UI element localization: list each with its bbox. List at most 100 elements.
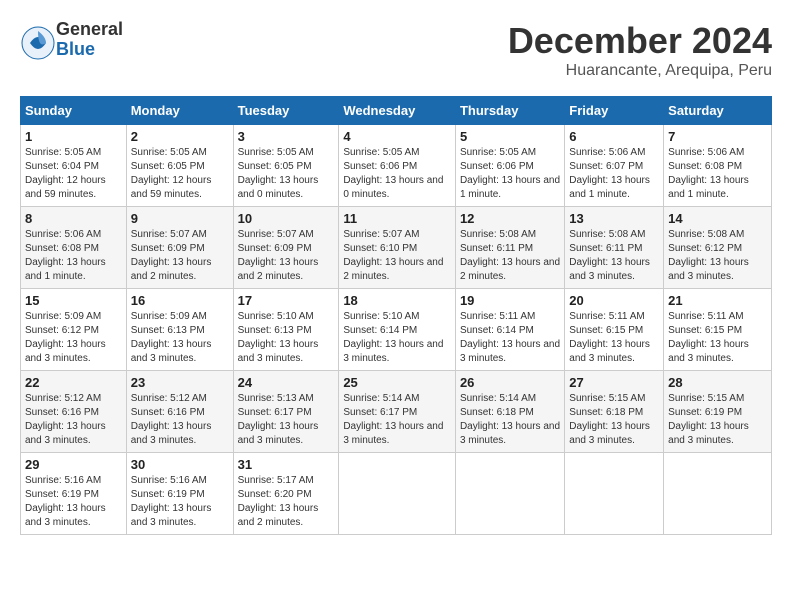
day-number: 2	[131, 129, 229, 144]
calendar-cell: 16 Sunrise: 5:09 AM Sunset: 6:13 PM Dayl…	[126, 289, 233, 371]
header-saturday: Saturday	[664, 97, 772, 125]
calendar-cell: 18 Sunrise: 5:10 AM Sunset: 6:14 PM Dayl…	[339, 289, 456, 371]
calendar-cell: 25 Sunrise: 5:14 AM Sunset: 6:17 PM Dayl…	[339, 371, 456, 453]
header-thursday: Thursday	[455, 97, 564, 125]
day-number: 9	[131, 211, 229, 226]
calendar-cell: 22 Sunrise: 5:12 AM Sunset: 6:16 PM Dayl…	[21, 371, 127, 453]
day-number: 26	[460, 375, 560, 390]
day-info: Sunrise: 5:10 AM Sunset: 6:13 PM Dayligh…	[238, 311, 319, 364]
calendar-cell: 28 Sunrise: 5:15 AM Sunset: 6:19 PM Dayl…	[664, 371, 772, 453]
calendar-cell: 26 Sunrise: 5:14 AM Sunset: 6:18 PM Dayl…	[455, 371, 564, 453]
header-friday: Friday	[565, 97, 664, 125]
day-info: Sunrise: 5:16 AM Sunset: 6:19 PM Dayligh…	[131, 475, 212, 528]
header-monday: Monday	[126, 97, 233, 125]
calendar-table: Sunday Monday Tuesday Wednesday Thursday…	[20, 96, 772, 535]
header-tuesday: Tuesday	[233, 97, 339, 125]
day-number: 4	[343, 129, 451, 144]
day-info: Sunrise: 5:16 AM Sunset: 6:19 PM Dayligh…	[25, 475, 106, 528]
title-block: December 2024 Huarancante, Arequipa, Per…	[508, 20, 772, 80]
calendar-cell: 7 Sunrise: 5:06 AM Sunset: 6:08 PM Dayli…	[664, 125, 772, 207]
day-info: Sunrise: 5:05 AM Sunset: 6:06 PM Dayligh…	[343, 147, 443, 200]
header-sunday: Sunday	[21, 97, 127, 125]
day-info: Sunrise: 5:12 AM Sunset: 6:16 PM Dayligh…	[25, 393, 106, 446]
calendar-cell: 31 Sunrise: 5:17 AM Sunset: 6:20 PM Dayl…	[233, 453, 339, 535]
calendar-body: 1 Sunrise: 5:05 AM Sunset: 6:04 PM Dayli…	[21, 125, 772, 535]
day-info: Sunrise: 5:15 AM Sunset: 6:19 PM Dayligh…	[668, 393, 749, 446]
day-number: 27	[569, 375, 659, 390]
calendar-week-3: 15 Sunrise: 5:09 AM Sunset: 6:12 PM Dayl…	[21, 289, 772, 371]
logo-icon	[20, 25, 50, 55]
calendar-cell: 8 Sunrise: 5:06 AM Sunset: 6:08 PM Dayli…	[21, 207, 127, 289]
day-number: 14	[668, 211, 767, 226]
day-info: Sunrise: 5:17 AM Sunset: 6:20 PM Dayligh…	[238, 475, 319, 528]
day-info: Sunrise: 5:07 AM Sunset: 6:09 PM Dayligh…	[238, 229, 319, 282]
day-number: 19	[460, 293, 560, 308]
day-number: 20	[569, 293, 659, 308]
day-number: 15	[25, 293, 122, 308]
calendar-header: Sunday Monday Tuesday Wednesday Thursday…	[21, 97, 772, 125]
header-wednesday: Wednesday	[339, 97, 456, 125]
logo-general: General	[56, 20, 123, 40]
calendar-cell	[455, 453, 564, 535]
day-info: Sunrise: 5:13 AM Sunset: 6:17 PM Dayligh…	[238, 393, 319, 446]
calendar-cell: 6 Sunrise: 5:06 AM Sunset: 6:07 PM Dayli…	[565, 125, 664, 207]
day-info: Sunrise: 5:06 AM Sunset: 6:08 PM Dayligh…	[668, 147, 749, 200]
day-info: Sunrise: 5:08 AM Sunset: 6:11 PM Dayligh…	[569, 229, 650, 282]
calendar-cell: 19 Sunrise: 5:11 AM Sunset: 6:14 PM Dayl…	[455, 289, 564, 371]
calendar-cell: 10 Sunrise: 5:07 AM Sunset: 6:09 PM Dayl…	[233, 207, 339, 289]
calendar-cell: 20 Sunrise: 5:11 AM Sunset: 6:15 PM Dayl…	[565, 289, 664, 371]
calendar-cell: 3 Sunrise: 5:05 AM Sunset: 6:05 PM Dayli…	[233, 125, 339, 207]
day-number: 16	[131, 293, 229, 308]
day-number: 25	[343, 375, 451, 390]
day-number: 6	[569, 129, 659, 144]
day-number: 24	[238, 375, 335, 390]
day-number: 3	[238, 129, 335, 144]
day-info: Sunrise: 5:08 AM Sunset: 6:11 PM Dayligh…	[460, 229, 560, 282]
day-number: 22	[25, 375, 122, 390]
calendar-week-2: 8 Sunrise: 5:06 AM Sunset: 6:08 PM Dayli…	[21, 207, 772, 289]
logo-blue: Blue	[56, 40, 123, 60]
day-info: Sunrise: 5:07 AM Sunset: 6:10 PM Dayligh…	[343, 229, 443, 282]
calendar-cell: 17 Sunrise: 5:10 AM Sunset: 6:13 PM Dayl…	[233, 289, 339, 371]
day-info: Sunrise: 5:06 AM Sunset: 6:07 PM Dayligh…	[569, 147, 650, 200]
month-title: December 2024	[508, 20, 772, 62]
day-number: 7	[668, 129, 767, 144]
day-number: 21	[668, 293, 767, 308]
day-info: Sunrise: 5:12 AM Sunset: 6:16 PM Dayligh…	[131, 393, 212, 446]
calendar-cell	[664, 453, 772, 535]
day-number: 30	[131, 457, 229, 472]
calendar-cell: 2 Sunrise: 5:05 AM Sunset: 6:05 PM Dayli…	[126, 125, 233, 207]
calendar-cell: 5 Sunrise: 5:05 AM Sunset: 6:06 PM Dayli…	[455, 125, 564, 207]
day-info: Sunrise: 5:10 AM Sunset: 6:14 PM Dayligh…	[343, 311, 443, 364]
day-info: Sunrise: 5:09 AM Sunset: 6:13 PM Dayligh…	[131, 311, 212, 364]
day-info: Sunrise: 5:05 AM Sunset: 6:05 PM Dayligh…	[131, 147, 212, 200]
calendar-cell	[339, 453, 456, 535]
day-number: 28	[668, 375, 767, 390]
day-info: Sunrise: 5:11 AM Sunset: 6:14 PM Dayligh…	[460, 311, 560, 364]
day-info: Sunrise: 5:05 AM Sunset: 6:06 PM Dayligh…	[460, 147, 560, 200]
day-info: Sunrise: 5:05 AM Sunset: 6:04 PM Dayligh…	[25, 147, 106, 200]
day-number: 18	[343, 293, 451, 308]
calendar-week-5: 29 Sunrise: 5:16 AM Sunset: 6:19 PM Dayl…	[21, 453, 772, 535]
day-number: 31	[238, 457, 335, 472]
day-number: 10	[238, 211, 335, 226]
header-row: Sunday Monday Tuesday Wednesday Thursday…	[21, 97, 772, 125]
calendar-cell	[565, 453, 664, 535]
day-info: Sunrise: 5:07 AM Sunset: 6:09 PM Dayligh…	[131, 229, 212, 282]
calendar-cell: 13 Sunrise: 5:08 AM Sunset: 6:11 PM Dayl…	[565, 207, 664, 289]
calendar-cell: 23 Sunrise: 5:12 AM Sunset: 6:16 PM Dayl…	[126, 371, 233, 453]
day-info: Sunrise: 5:11 AM Sunset: 6:15 PM Dayligh…	[569, 311, 650, 364]
day-info: Sunrise: 5:14 AM Sunset: 6:17 PM Dayligh…	[343, 393, 443, 446]
day-number: 11	[343, 211, 451, 226]
calendar-cell: 29 Sunrise: 5:16 AM Sunset: 6:19 PM Dayl…	[21, 453, 127, 535]
day-number: 17	[238, 293, 335, 308]
calendar-cell: 14 Sunrise: 5:08 AM Sunset: 6:12 PM Dayl…	[664, 207, 772, 289]
calendar-cell: 21 Sunrise: 5:11 AM Sunset: 6:15 PM Dayl…	[664, 289, 772, 371]
calendar-cell: 4 Sunrise: 5:05 AM Sunset: 6:06 PM Dayli…	[339, 125, 456, 207]
calendar-cell: 11 Sunrise: 5:07 AM Sunset: 6:10 PM Dayl…	[339, 207, 456, 289]
calendar-cell: 15 Sunrise: 5:09 AM Sunset: 6:12 PM Dayl…	[21, 289, 127, 371]
day-number: 13	[569, 211, 659, 226]
calendar-cell: 24 Sunrise: 5:13 AM Sunset: 6:17 PM Dayl…	[233, 371, 339, 453]
day-number: 1	[25, 129, 122, 144]
calendar-cell: 1 Sunrise: 5:05 AM Sunset: 6:04 PM Dayli…	[21, 125, 127, 207]
